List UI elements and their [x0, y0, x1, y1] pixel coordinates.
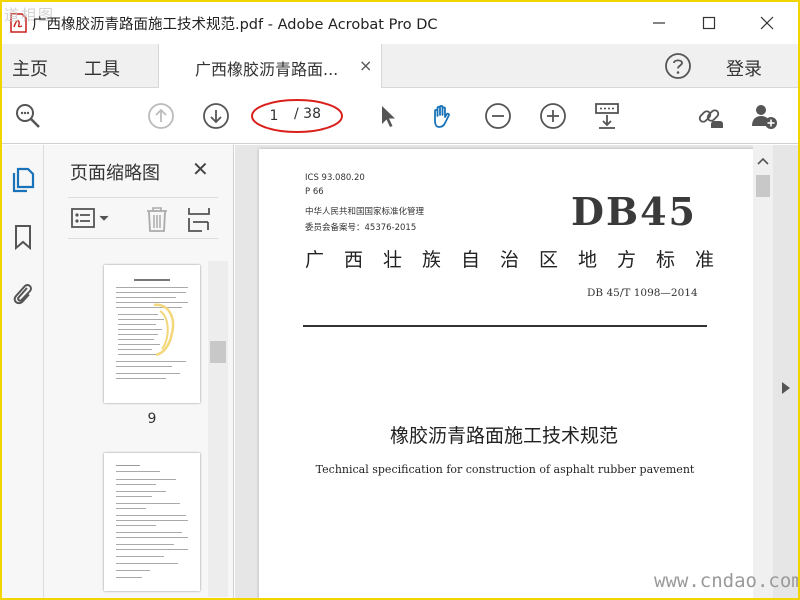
zoom-out-icon[interactable] — [484, 102, 512, 130]
thumbnails-panel: 页面缩略图 ✕ 9 — [44, 145, 234, 598]
options-menu-icon[interactable] — [70, 206, 114, 232]
db-logo: DB45 — [571, 189, 697, 234]
thumbnail-page-content — [116, 279, 188, 379]
standard-title: 广西壮族自治区地方标准 — [305, 249, 735, 271]
expand-right-panel-icon[interactable] — [782, 382, 790, 394]
tab-bar: 主页 工具 广西橡胶沥青路面... × 登录 — [2, 44, 798, 88]
next-page-icon[interactable] — [202, 102, 230, 130]
watermark-bottom-right: www.cndao.com — [654, 570, 800, 592]
scroll-mode-icon[interactable] — [593, 102, 621, 130]
thumbnail-page-10[interactable] — [104, 453, 200, 591]
document-tab-label: 广西橡胶沥青路面... — [195, 60, 339, 79]
close-icon — [760, 16, 774, 30]
document-page: ICS 93.080.20 P 66 中华人民共和国国家标准化管理 委员会备案号… — [259, 149, 759, 598]
registration-number: 委员会备案号：45376-2015 — [305, 223, 417, 233]
thumbnail-scrollbar-thumb[interactable] — [210, 341, 226, 363]
zoom-in-icon[interactable] — [539, 102, 567, 130]
page-number-control: / 38 — [251, 99, 343, 133]
tab-home[interactable]: 主页 — [12, 55, 48, 81]
scroll-up-icon[interactable] — [757, 157, 769, 165]
trash-icon[interactable] — [144, 206, 170, 232]
minimize-icon — [653, 22, 665, 24]
document-scrollbar[interactable] — [753, 145, 773, 598]
tab-tools[interactable]: 工具 — [84, 55, 120, 81]
panel-title: 页面缩略图 — [70, 163, 160, 184]
hand-tool-icon[interactable] — [428, 102, 456, 130]
issuing-body: 中华人民共和国国家标准化管理 — [305, 207, 425, 217]
divider — [303, 325, 707, 327]
maximize-button[interactable] — [686, 6, 732, 40]
close-window-button[interactable] — [744, 6, 790, 40]
minimize-button[interactable] — [636, 6, 682, 40]
toolbar: / 38 — [2, 88, 798, 144]
acrobat-window: 道相图 广西橡胶沥青路面施工技术规范.pdf - Adobe Acrobat P… — [0, 0, 800, 600]
thumbnail-tools — [68, 197, 218, 239]
page-extract-icon[interactable] — [186, 206, 212, 232]
annotation-ellipse — [251, 99, 343, 133]
help-icon[interactable] — [664, 52, 692, 80]
add-user-icon[interactable] — [750, 102, 778, 130]
page-thumbnails-icon[interactable] — [10, 165, 36, 193]
document-chinese-title: 橡胶沥青路面施工技术规范 — [389, 425, 618, 447]
tab-document[interactable]: 广西橡胶沥青路面... × — [158, 44, 382, 88]
thumbnail-page-9[interactable] — [104, 265, 200, 403]
thumbnail-scrollbar[interactable] — [208, 261, 228, 597]
window-title: 广西橡胶沥青路面施工技术规范.pdf - Adobe Acrobat Pro D… — [32, 17, 438, 33]
document-scrollbar-thumb[interactable] — [756, 175, 770, 197]
standard-number: DB 45/T 1098—2014 — [587, 287, 698, 299]
document-view: ICS 93.080.20 P 66 中华人民共和国国家标准化管理 委员会备案号… — [235, 145, 798, 598]
thumbnail-page-number: 9 — [147, 411, 157, 427]
document-english-title: Technical specification for construction… — [315, 463, 695, 476]
navigation-rail — [2, 145, 44, 598]
thumbnail-page-content — [116, 465, 188, 578]
search-zoom-icon[interactable] — [14, 102, 42, 130]
title-bar: 道相图 广西橡胶沥青路面施工技术规范.pdf - Adobe Acrobat P… — [2, 2, 798, 44]
close-tab-button[interactable]: × — [359, 56, 372, 75]
attachment-icon[interactable] — [10, 279, 36, 307]
close-panel-button[interactable]: ✕ — [192, 157, 209, 181]
prev-page-icon[interactable] — [147, 102, 175, 130]
login-button[interactable]: 登录 — [726, 55, 762, 81]
select-cursor-icon[interactable] — [374, 102, 402, 130]
ics-code: ICS 93.080.20 — [305, 173, 365, 183]
category-code: P 66 — [305, 187, 324, 197]
bookmark-icon[interactable] — [10, 223, 36, 251]
share-link-icon[interactable] — [696, 102, 724, 130]
maximize-icon — [702, 16, 716, 30]
